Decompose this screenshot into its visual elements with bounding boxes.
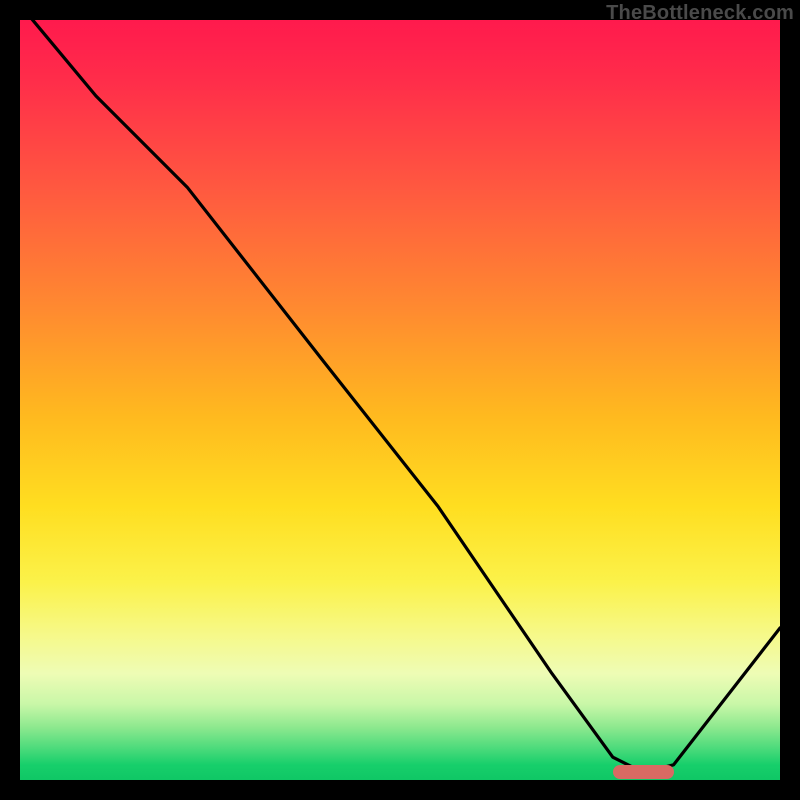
chart-frame <box>20 20 780 780</box>
watermark-text: TheBottleneck.com <box>606 2 794 25</box>
optimal-range-marker <box>613 765 674 779</box>
bottleneck-curve <box>20 20 780 780</box>
